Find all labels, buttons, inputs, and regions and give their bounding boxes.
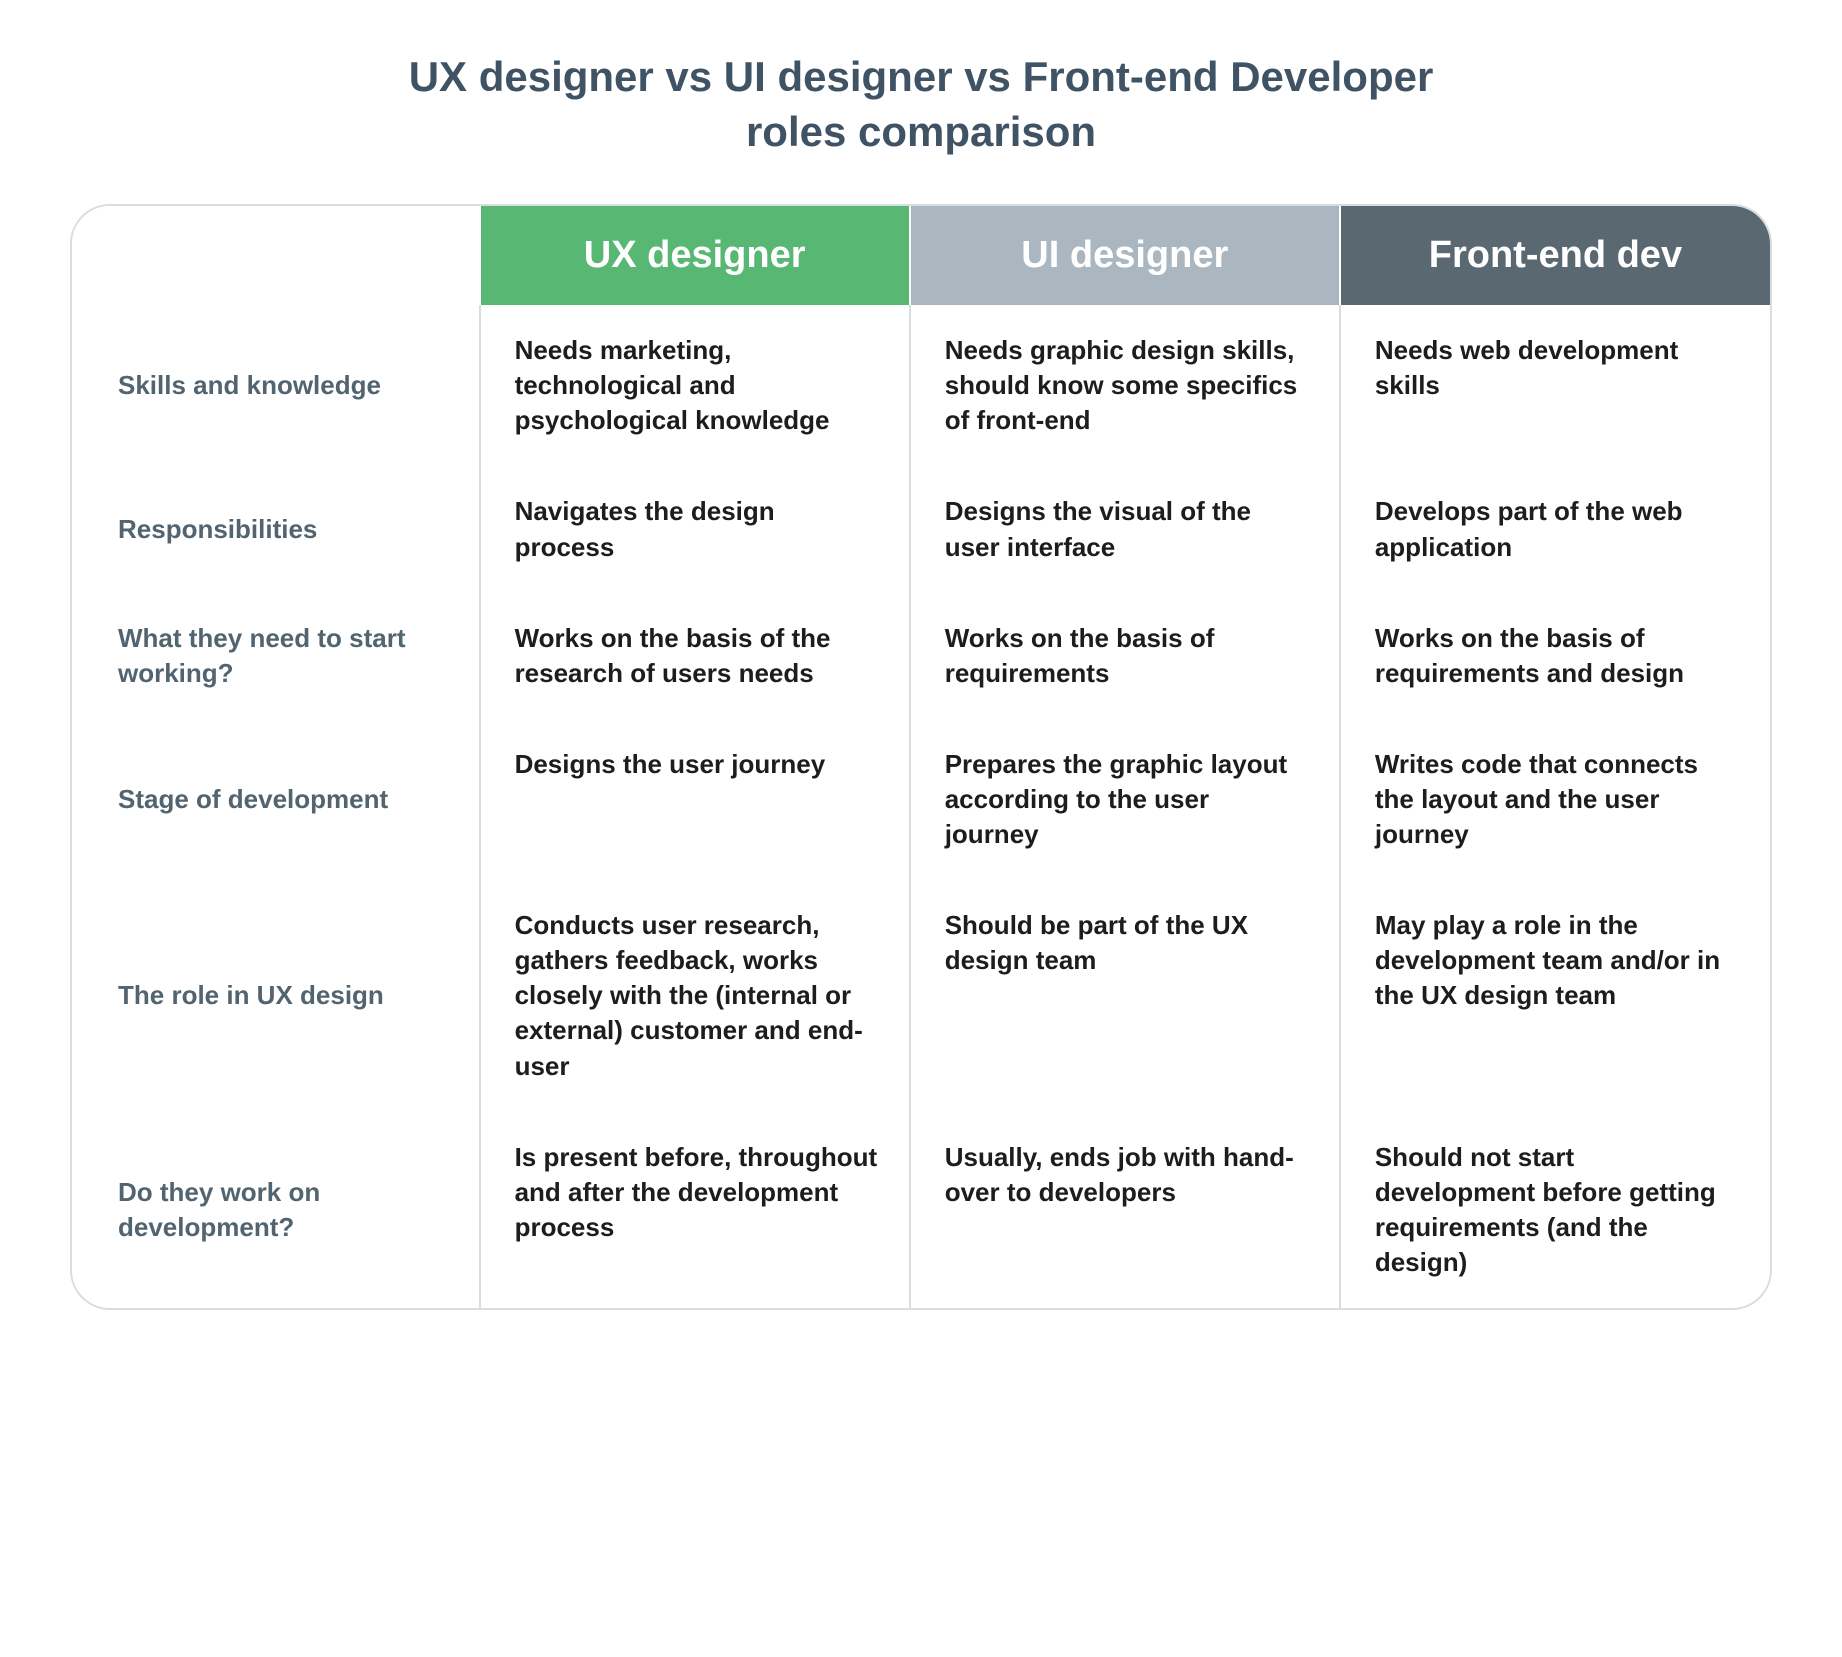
cell-ui: Needs graphic design skills, should know… [910,305,1340,466]
cell-ui: Prepares the graphic layout according to… [910,719,1340,880]
header-row: UX designer UI designer Front-end dev [72,206,1770,305]
cell-fe: Writes code that connects the layout and… [1340,719,1770,880]
table-row: Do they work on development?Is present b… [72,1112,1770,1308]
title-line-1: UX designer vs UI designer vs Front-end … [409,53,1434,100]
cell-ux: Conducts user research, gathers feedback… [480,880,910,1111]
table-row: Stage of developmentDesigns the user jou… [72,719,1770,880]
header-fe: Front-end dev [1340,206,1770,305]
cell-ux: Works on the basis of the research of us… [480,593,910,719]
header-ux: UX designer [480,206,910,305]
cell-fe: May play a role in the development team … [1340,880,1770,1111]
row-label: Do they work on development? [72,1112,480,1308]
row-label: The role in UX design [72,880,480,1111]
cell-ux: Is present before, throughout and after … [480,1112,910,1308]
comparison-table: UX designer UI designer Front-end dev Sk… [72,206,1770,1308]
cell-fe: Develops part of the web application [1340,466,1770,592]
row-label: Stage of development [72,719,480,880]
row-label: What they need to start working? [72,593,480,719]
header-blank [72,206,480,305]
cell-ux: Designs the user journey [480,719,910,880]
table-row: ResponsibilitiesNavigates the design pro… [72,466,1770,592]
cell-ui: Works on the basis of requirements [910,593,1340,719]
row-label: Responsibilities [72,466,480,592]
cell-fe: Needs web development skills [1340,305,1770,466]
table-row: Skills and knowledgeNeeds marketing, tec… [72,305,1770,466]
row-label: Skills and knowledge [72,305,480,466]
cell-ui: Usually, ends job with hand-over to deve… [910,1112,1340,1308]
title-line-2: roles comparison [746,108,1096,155]
header-ui: UI designer [910,206,1340,305]
cell-ux: Needs marketing, technological and psych… [480,305,910,466]
cell-ui: Should be part of the UX design team [910,880,1340,1111]
table-row: What they need to start working?Works on… [72,593,1770,719]
page-title: UX designer vs UI designer vs Front-end … [70,50,1772,159]
cell-fe: Works on the basis of requirements and d… [1340,593,1770,719]
cell-ui: Designs the visual of the user interface [910,466,1340,592]
cell-fe: Should not start development before gett… [1340,1112,1770,1308]
cell-ux: Navigates the design process [480,466,910,592]
comparison-table-container: UX designer UI designer Front-end dev Sk… [70,204,1772,1310]
table-row: The role in UX designConducts user resea… [72,880,1770,1111]
